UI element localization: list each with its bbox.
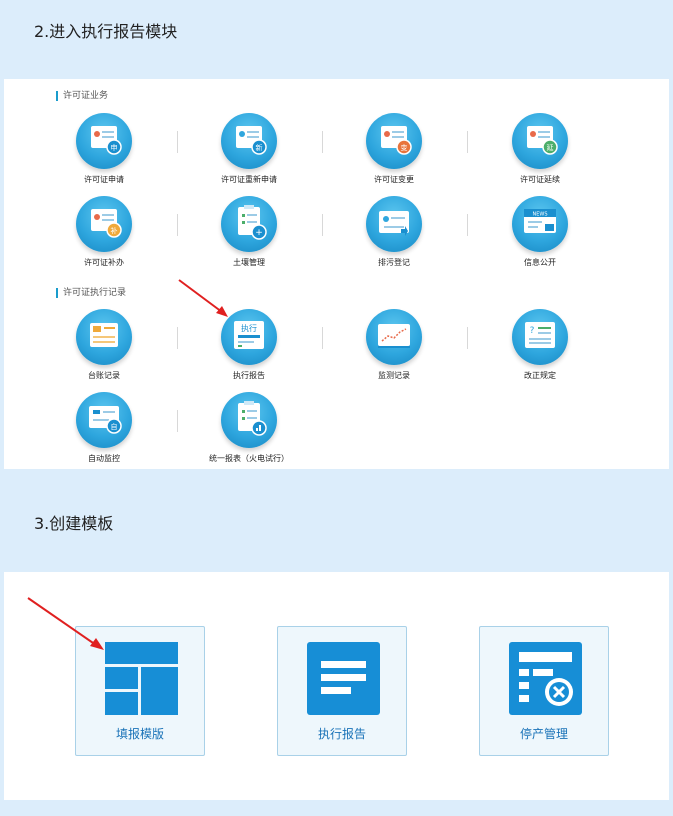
module-license-reissue[interactable]: 补 许可证补办 bbox=[44, 196, 164, 268]
divider bbox=[177, 214, 178, 236]
shutdown-management-icon bbox=[509, 642, 582, 715]
module-discharge-registration[interactable]: 排污登记 bbox=[334, 196, 454, 268]
license-reapply-icon: 新 bbox=[221, 113, 277, 169]
module-label: 信息公开 bbox=[524, 258, 556, 267]
module-monitoring-record[interactable]: 监测记录 bbox=[334, 309, 454, 381]
module-label: 排污登记 bbox=[378, 258, 410, 267]
discharge-registration-icon bbox=[366, 196, 422, 252]
template-card-execution-report[interactable]: 执行报告 bbox=[277, 626, 407, 756]
module-label: 许可证变更 bbox=[374, 175, 414, 184]
section-label-execution-records: 许可证执行记录 bbox=[56, 288, 126, 298]
correction-rule-icon: ? bbox=[512, 309, 568, 365]
module-label: 许可证申请 bbox=[84, 175, 124, 184]
module-label: 执行报告 bbox=[233, 371, 265, 380]
divider bbox=[322, 327, 323, 349]
divider bbox=[467, 131, 468, 153]
module-label: 台账记录 bbox=[88, 371, 120, 380]
step-3-heading: 3.创建模板 bbox=[34, 514, 114, 533]
ledger-record-icon bbox=[76, 309, 132, 365]
module-label: 自动监控 bbox=[88, 454, 120, 463]
red-arrow-icon bbox=[178, 279, 228, 317]
section-label-license-business: 许可证业务 bbox=[56, 91, 108, 101]
fill-template-icon bbox=[105, 642, 178, 715]
unified-report-icon bbox=[221, 392, 277, 448]
svg-text:NEWS: NEWS bbox=[532, 212, 547, 218]
module-label: 统一报表（火电试行） bbox=[209, 454, 289, 463]
module-soil-management[interactable]: + 土壤管理 bbox=[189, 196, 309, 268]
template-label: 执行报告 bbox=[317, 727, 366, 741]
module-license-reapply[interactable]: 新 许可证重新申请 bbox=[189, 113, 309, 185]
svg-text:延: 延 bbox=[547, 143, 554, 152]
module-unified-report[interactable]: 统一报表（火电试行） bbox=[189, 392, 309, 464]
svg-text:变: 变 bbox=[401, 143, 408, 152]
svg-text:补: 补 bbox=[111, 226, 118, 235]
svg-text:?: ? bbox=[530, 326, 535, 336]
module-label: 许可证延续 bbox=[520, 175, 560, 184]
license-renew-icon: 延 bbox=[512, 113, 568, 169]
svg-text:新: 新 bbox=[256, 143, 263, 152]
divider bbox=[177, 131, 178, 153]
module-ledger-record[interactable]: 台账记录 bbox=[44, 309, 164, 381]
module-correction-rule[interactable]: ? 改正规定 bbox=[480, 309, 600, 381]
soil-management-icon: + bbox=[221, 196, 277, 252]
module-info-disclosure[interactable]: NEWS 信息公开 bbox=[480, 196, 600, 268]
module-label: 许可证补办 bbox=[84, 258, 124, 267]
divider bbox=[467, 214, 468, 236]
svg-text:执行: 执行 bbox=[241, 323, 257, 333]
divider bbox=[177, 410, 178, 432]
template-label: 停产管理 bbox=[519, 727, 568, 741]
svg-text:自: 自 bbox=[111, 422, 118, 431]
divider bbox=[177, 327, 178, 349]
module-label: 土壤管理 bbox=[233, 258, 265, 267]
divider bbox=[322, 214, 323, 236]
template-label: 填报模版 bbox=[115, 727, 164, 741]
auto-monitor-icon: 自 bbox=[76, 392, 132, 448]
module-license-apply[interactable]: 申 许可证申请 bbox=[44, 113, 164, 185]
divider bbox=[467, 327, 468, 349]
module-license-change[interactable]: 变 许可证变更 bbox=[334, 113, 454, 185]
template-card-shutdown-management[interactable]: 停产管理 bbox=[479, 626, 609, 756]
red-arrow-icon bbox=[27, 597, 104, 650]
template-panel: 填报模版 执行报告 停产管理 bbox=[4, 572, 669, 800]
step-2-heading: 2.进入执行报告模块 bbox=[34, 22, 178, 41]
license-apply-icon: 申 bbox=[76, 113, 132, 169]
info-disclosure-icon: NEWS bbox=[512, 196, 568, 252]
module-label: 监测记录 bbox=[378, 371, 410, 380]
module-license-renew[interactable]: 延 许可证延续 bbox=[480, 113, 600, 185]
execution-report-doc-icon bbox=[307, 642, 380, 715]
license-change-icon: 变 bbox=[366, 113, 422, 169]
module-label: 许可证重新申请 bbox=[221, 175, 277, 184]
module-label: 改正规定 bbox=[524, 371, 556, 380]
module-panel: 许可证业务 申 许可证申请 新 许可证重新申请 变 许可证变更 延 许可证延续 … bbox=[4, 79, 669, 469]
license-reissue-icon: 补 bbox=[76, 196, 132, 252]
divider bbox=[322, 131, 323, 153]
svg-text:申: 申 bbox=[111, 143, 118, 152]
monitoring-record-icon bbox=[366, 309, 422, 365]
svg-text:+: + bbox=[255, 228, 263, 238]
module-auto-monitor[interactable]: 自 自动监控 bbox=[44, 392, 164, 464]
